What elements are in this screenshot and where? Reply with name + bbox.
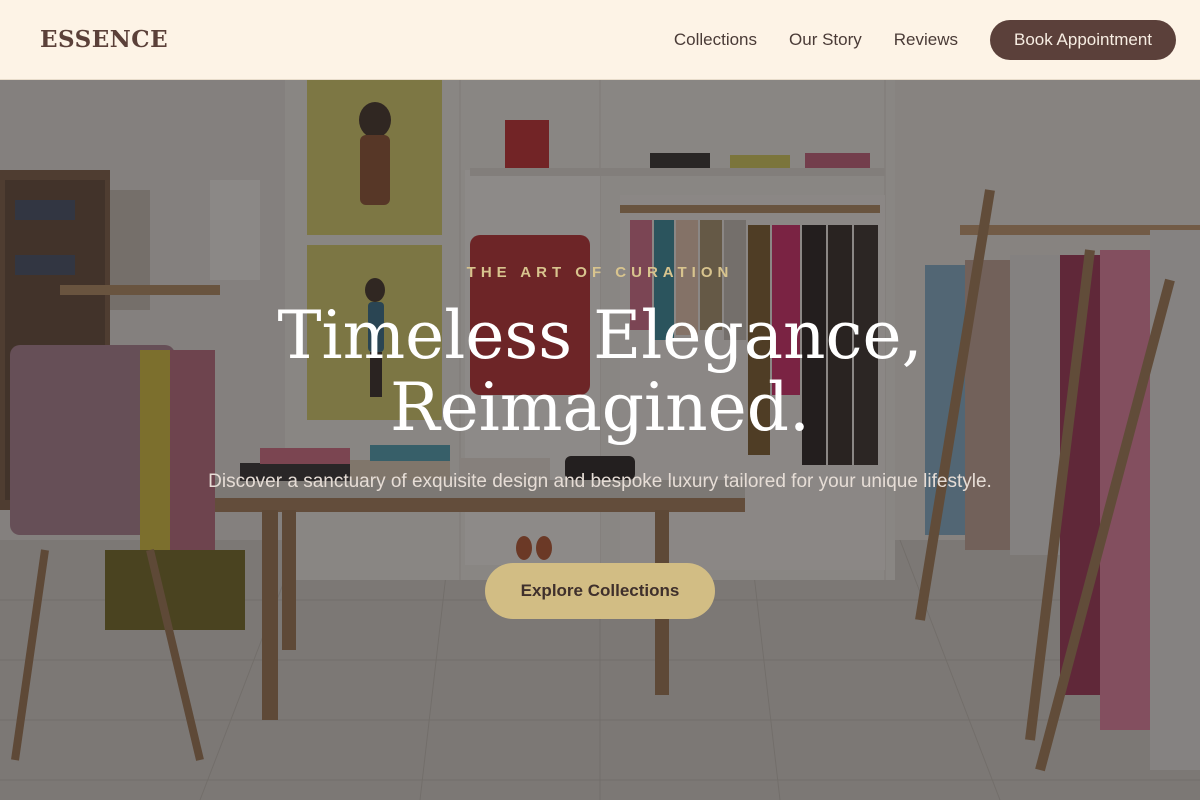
explore-collections-button[interactable]: Explore Collections <box>485 563 715 619</box>
hero-content: THE ART OF CURATION Timeless Elegance, R… <box>0 80 1200 800</box>
hero-eyebrow: THE ART OF CURATION <box>466 264 734 281</box>
hero-headline: Timeless Elegance, Reimagined. <box>0 300 1200 444</box>
main-nav: Collections Our Story Reviews Book Appoi… <box>674 19 1176 60</box>
site-header: ESSENCE Collections Our Story Reviews Bo… <box>0 0 1200 80</box>
book-appointment-button[interactable]: Book Appointment <box>990 19 1176 60</box>
hero-headline-line1: Timeless Elegance, <box>277 297 923 374</box>
nav-link-collections[interactable]: Collections <box>674 30 757 50</box>
brand-logo[interactable]: ESSENCE <box>40 26 168 53</box>
hero-subtitle: Discover a sanctuary of exquisite design… <box>208 471 992 492</box>
nav-link-our-story[interactable]: Our Story <box>789 30 862 50</box>
hero-section: THE ART OF CURATION Timeless Elegance, R… <box>0 80 1200 800</box>
hero-headline-line2: Reimagined. <box>390 369 810 446</box>
nav-link-reviews[interactable]: Reviews <box>894 30 958 50</box>
